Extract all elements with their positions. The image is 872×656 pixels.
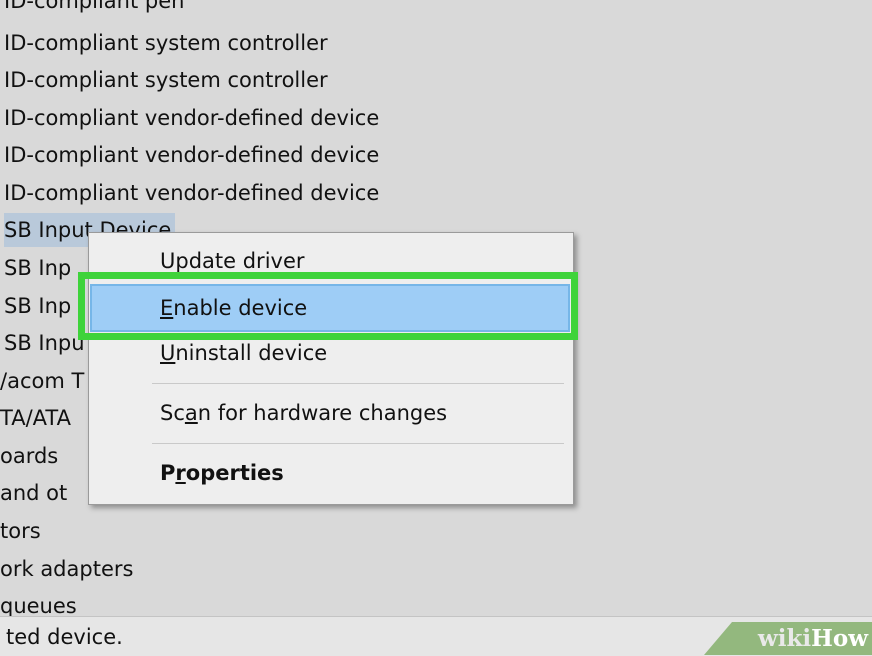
tree-item-hid-system-controller-2[interactable]: ID-compliant system controller [4, 63, 328, 97]
tree-item-monitors[interactable]: tors [0, 514, 41, 548]
wikihow-watermark: wikiHow [704, 622, 872, 655]
enable-device-highlight [78, 272, 578, 340]
tree-item-usb-input-device-2[interactable]: SB Inp [4, 251, 71, 285]
watermark-how: How [811, 625, 868, 652]
tree-item-keyboards[interactable]: oards [0, 439, 58, 473]
tree-item-network-adapters[interactable]: ork adapters [0, 552, 133, 586]
menu-item-properties[interactable]: Properties [89, 451, 573, 495]
tree-item-usb-input-device-3[interactable]: SB Inp [4, 289, 71, 323]
menu-item-scan-hardware-label: Scan for hardware changes [160, 401, 448, 425]
tree-item-hid-pen[interactable]: ID-compliant pen [4, 0, 184, 18]
tree-item-wacom[interactable]: /acom T [0, 364, 84, 398]
tree-item-usb-input-device-4[interactable]: SB Inpu [4, 326, 85, 360]
menu-separator [152, 443, 564, 444]
tree-item-print-queues[interactable]: queues [0, 589, 77, 616]
tree-item-hid-system-controller-1[interactable]: ID-compliant system controller [4, 26, 328, 60]
tree-item-hid-vendor-device-2[interactable]: ID-compliant vendor-defined device [4, 138, 379, 172]
tree-item-mice-and-other[interactable]: and ot [0, 476, 67, 510]
watermark-wiki: wiki [757, 625, 812, 652]
tree-item-ata-atapi[interactable]: TA/ATA [0, 401, 71, 435]
status-text: ted device. [6, 625, 123, 649]
menu-item-properties-label: Properties [160, 461, 284, 485]
tree-item-hid-vendor-device-3[interactable]: ID-compliant vendor-defined device [4, 176, 379, 210]
tree-item-hid-vendor-device-1[interactable]: ID-compliant vendor-defined device [4, 101, 379, 135]
menu-separator [152, 383, 564, 384]
menu-item-scan-hardware[interactable]: Scan for hardware changes [89, 391, 573, 435]
